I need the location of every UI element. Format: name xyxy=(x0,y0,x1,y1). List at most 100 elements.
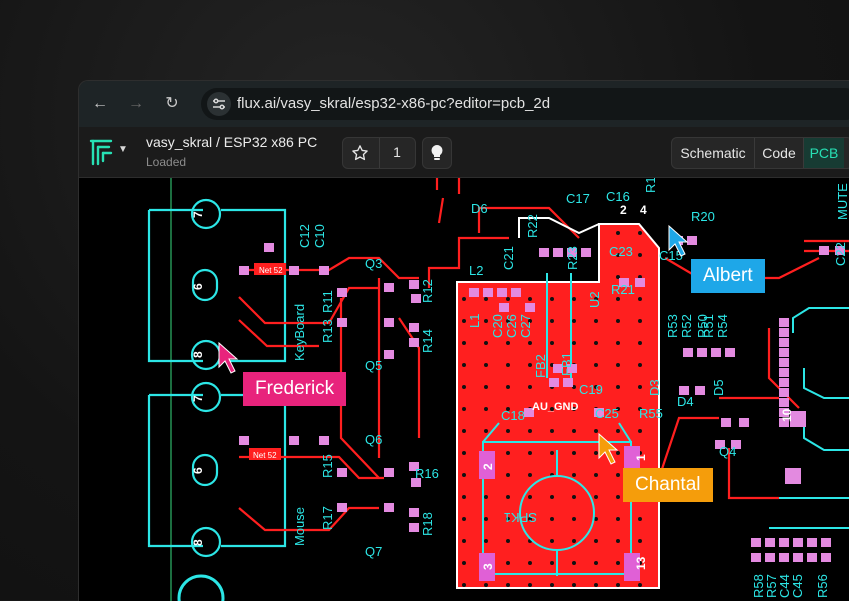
designator-r16: R16 xyxy=(415,466,439,481)
back-icon[interactable]: ← xyxy=(89,93,111,115)
tab-pcb[interactable]: PCB xyxy=(804,138,844,168)
designator-l1: L1 xyxy=(467,314,482,328)
designator-q3: Q3 xyxy=(365,256,382,271)
designator-l2: L2 xyxy=(469,263,483,278)
designator-d4: D4 xyxy=(677,394,694,409)
pad xyxy=(549,378,559,387)
project-breadcrumb[interactable]: vasy_skral / ESP32 x86 PC xyxy=(146,134,317,150)
reload-icon[interactable]: ↻ xyxy=(161,93,183,115)
designator-c27: C27 xyxy=(518,314,533,338)
pad xyxy=(779,398,789,407)
pad xyxy=(581,248,591,257)
designator-c17: C17 xyxy=(566,191,590,206)
designator-q7: Q7 xyxy=(365,544,382,559)
pad xyxy=(525,303,535,312)
star-button[interactable]: 1 xyxy=(342,137,416,169)
star-icon xyxy=(352,145,368,161)
pcb-board[interactable]: D6C17 C16R19R20C21R22R23 C23 C15 C22L2L1 C20 C… xyxy=(79,178,849,601)
pad xyxy=(779,388,789,397)
pad xyxy=(793,553,803,562)
tab-code[interactable]: Code xyxy=(755,138,803,168)
pin-number: 2 xyxy=(620,203,627,217)
forward-icon[interactable]: → xyxy=(125,93,147,115)
keyboard-label: KeyBoard xyxy=(292,304,307,361)
pcb-canvas[interactable]: D6 C17 C16 R19 R20 C21 R22 R23 C23 C15 C22 L2 L1 C20 C… xyxy=(79,178,849,601)
designator-q4: Q4 xyxy=(719,444,736,459)
pad xyxy=(497,288,507,297)
designator-u2: U2 xyxy=(587,291,602,308)
pad xyxy=(337,503,347,512)
pad xyxy=(721,418,731,427)
pad xyxy=(779,358,789,367)
pad xyxy=(779,338,789,347)
pin-number: 7 xyxy=(191,395,205,402)
tab-schematic[interactable]: Schematic xyxy=(672,138,754,168)
designator-d6: D6 xyxy=(471,201,488,216)
pin-number: 8 xyxy=(191,351,205,358)
pad xyxy=(765,538,775,547)
pin-number: 8 xyxy=(191,539,205,546)
designator-c16: C16 xyxy=(606,189,630,204)
designator-r55: R55 xyxy=(639,406,663,421)
pad xyxy=(337,318,347,327)
star-count: 1 xyxy=(393,144,401,160)
pad xyxy=(469,288,479,297)
designator-r53: R53 xyxy=(665,314,680,338)
pad xyxy=(384,350,394,359)
designator-fb2: FB2 xyxy=(533,354,548,378)
view-switcher: Schematic Code PCB xyxy=(671,137,849,169)
designator-r19: R19 xyxy=(643,178,658,193)
pad xyxy=(483,288,493,297)
site-settings-icon[interactable] xyxy=(207,92,231,116)
pad xyxy=(384,468,394,477)
pad xyxy=(239,266,249,275)
designator-c21: C21 xyxy=(501,246,516,270)
pad xyxy=(239,436,249,445)
pin-number: 13 xyxy=(634,556,648,570)
designator-r13: R13 xyxy=(320,319,335,343)
pin-number: 1 xyxy=(634,454,648,461)
pad xyxy=(739,418,749,427)
designator-r56: R56 xyxy=(815,574,830,598)
designator-c22: C22 xyxy=(833,242,848,266)
pad xyxy=(409,280,419,289)
pad xyxy=(264,243,274,252)
hints-button[interactable] xyxy=(422,137,452,169)
lightbulb-icon xyxy=(431,145,443,160)
pad xyxy=(683,348,693,357)
pin-number: 3 xyxy=(481,563,495,570)
pad xyxy=(779,318,789,327)
designator-c20: C20 xyxy=(490,314,505,338)
pad xyxy=(821,538,831,547)
pad xyxy=(711,348,721,357)
pad xyxy=(384,283,394,292)
pin-number: 4 xyxy=(640,203,647,217)
pad xyxy=(384,503,394,512)
designator-c23: C23 xyxy=(609,244,633,259)
pad xyxy=(409,338,419,347)
flux-logo-icon[interactable] xyxy=(89,137,115,167)
project-status: Loaded xyxy=(146,155,187,169)
browser-window: ← → ↻ flux.ai/vasy_skral/esp32-x86-pc?ed… xyxy=(78,80,849,601)
pad xyxy=(779,368,789,377)
net-label-mouse: Net 52 xyxy=(253,451,277,460)
pad xyxy=(409,508,419,517)
pad xyxy=(779,553,789,562)
net-label-keyboard: Net 52 xyxy=(259,266,283,275)
pad xyxy=(319,266,329,275)
pad xyxy=(793,538,803,547)
designator-c19: C19 xyxy=(579,382,603,397)
ground-label: AU_GND xyxy=(532,401,579,413)
pad xyxy=(819,246,829,255)
cursor-frederick-icon xyxy=(218,341,239,374)
designator-c10: C10 xyxy=(312,224,327,248)
pad xyxy=(499,303,509,312)
designator-mute: MUTE xyxy=(835,183,849,220)
pad xyxy=(725,348,735,357)
designator-d5: D5 xyxy=(711,379,726,396)
pin-number: 6 xyxy=(191,283,205,290)
pad xyxy=(779,378,789,387)
chevron-down-icon[interactable]: ▼ xyxy=(118,144,128,155)
mouse-label: Mouse xyxy=(292,507,307,546)
address-bar[interactable]: flux.ai/vasy_skral/esp32-x86-pc?editor=p… xyxy=(201,88,849,120)
